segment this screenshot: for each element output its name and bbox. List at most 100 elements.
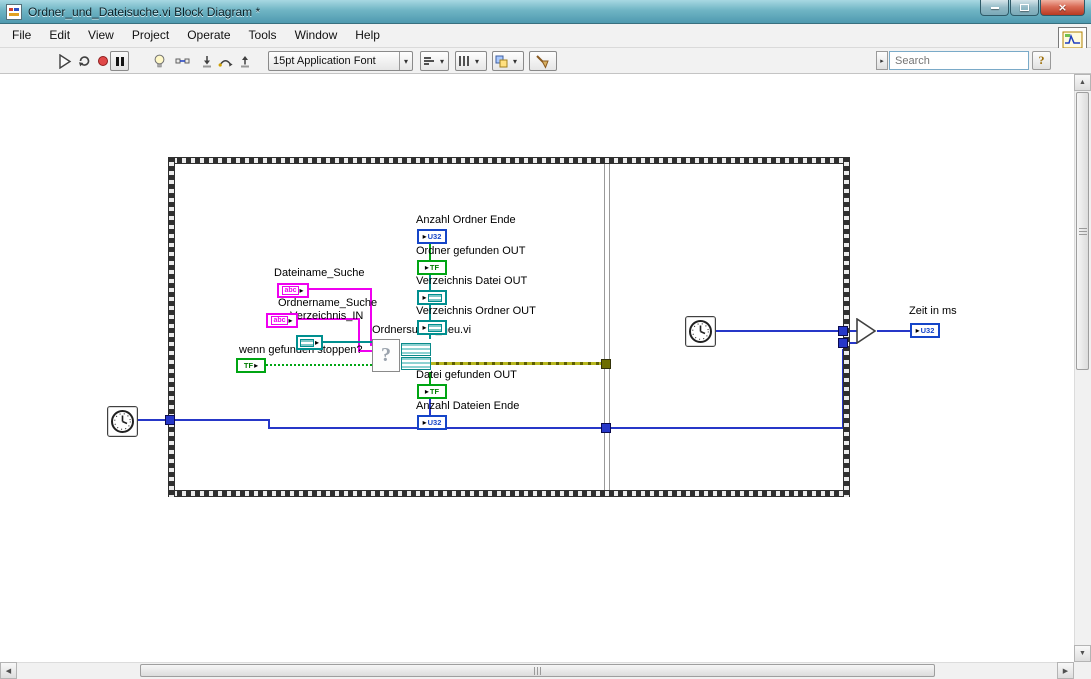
label-verzeichnis-datei-out[interactable]: Verzeichnis Datei OUT — [416, 275, 527, 287]
labview-logo-icon — [8, 5, 20, 18]
wire-string1-h[interactable] — [309, 288, 370, 290]
up-arrow-icon: ▲ — [1079, 79, 1086, 86]
horizontal-scroll-thumb[interactable] — [140, 664, 935, 677]
titlebar[interactable]: Ordner_und_Dateisuche.vi Block Diagram *… — [0, 0, 1091, 24]
wire-subtract-to-indicator[interactable] — [877, 330, 910, 332]
cleanup-diagram-button[interactable] — [529, 51, 557, 71]
terminal-arrow-icon: ▸ — [424, 386, 429, 396]
terminal-arrow-icon: ▸ — [314, 337, 319, 347]
step-out-button[interactable] — [235, 51, 254, 71]
label-anzahl-dateien-ende[interactable]: Anzahl Dateien Ende — [416, 400, 519, 412]
path-indicator-verzeichnis-datei[interactable]: ▸ — [417, 290, 447, 305]
close-icon: × — [1057, 1, 1068, 14]
label-ordnername-suche[interactable]: Ordnername_Suche — [278, 297, 377, 309]
menu-tools[interactable]: Tools — [240, 24, 286, 47]
subtract-function-node[interactable] — [855, 317, 877, 349]
question-mark-glyph: ? — [381, 344, 391, 366]
label-datei-gefunden-out[interactable]: Datei gefunden OUT — [416, 369, 517, 381]
pause-button[interactable] — [110, 51, 129, 71]
label-anzahl-ordner-ende[interactable]: Anzahl Ordner Ende — [416, 214, 516, 226]
scrollbar-corner — [1074, 662, 1091, 679]
tunnel-divider-blue[interactable] — [601, 423, 611, 433]
menu-edit[interactable]: Edit — [40, 24, 79, 47]
reorder-dropdown[interactable]: ▾ — [492, 51, 524, 71]
maximize-button[interactable] — [1010, 0, 1039, 16]
tick-count-node-right[interactable] — [685, 316, 716, 347]
scroll-right-button[interactable]: ▶ — [1057, 662, 1074, 679]
font-dropdown[interactable]: 15pt Application Font ▾ — [268, 51, 413, 71]
tf-glyph: TF — [243, 361, 254, 370]
retain-wire-values-button[interactable] — [173, 51, 192, 71]
wire-tickcount-to-tunnel[interactable] — [138, 419, 165, 421]
vertical-scroll-thumb[interactable] — [1076, 92, 1089, 370]
step-over-button[interactable] — [216, 51, 235, 71]
menu-file[interactable]: File — [3, 24, 40, 47]
u32-indicator-anzahl-dateien-ende[interactable]: ▸ U32 — [417, 415, 447, 430]
wire-blue-h3[interactable] — [611, 427, 844, 429]
u32-indicator-zeit-in-ms[interactable]: ▸ U32 — [910, 323, 940, 338]
wire-path-in[interactable] — [323, 341, 372, 343]
sequence-frame-divider[interactable] — [604, 164, 610, 490]
label-ordner-gefunden-out[interactable]: Ordner gefunden OUT — [416, 245, 525, 257]
context-help-button[interactable]: ? — [1032, 51, 1051, 70]
terminal-arrow-icon: ▸ — [915, 325, 920, 335]
tf-indicator-ordner-gefunden[interactable]: ▸ TF — [417, 260, 447, 275]
sequence-structure-border-top[interactable] — [168, 157, 850, 164]
u32-glyph: U32 — [427, 418, 442, 427]
run-button[interactable] — [55, 51, 74, 71]
tf-indicator-datei-gefunden[interactable]: ▸ TF — [417, 384, 447, 399]
close-button[interactable]: × — [1040, 0, 1085, 16]
string-control-dateiname[interactable]: abc ▸ — [277, 283, 309, 298]
wire-clock2-to-tunnel[interactable] — [716, 330, 838, 332]
search-input[interactable] — [890, 54, 1037, 67]
run-arrow-icon — [58, 53, 71, 69]
subvi-path-icon-bottom[interactable] — [401, 357, 431, 370]
label-verzeichnis-in[interactable]: Verzeichnis_IN — [290, 310, 363, 322]
distribute-objects-dropdown[interactable]: ▾ — [455, 51, 487, 71]
path-control-verzeichnis-in[interactable]: ▸ — [296, 335, 323, 350]
scroll-down-button[interactable]: ▼ — [1074, 645, 1091, 662]
run-continuously-button[interactable] — [74, 51, 93, 71]
wire-boolean-dotted[interactable] — [266, 364, 372, 366]
menu-window[interactable]: Window — [286, 24, 347, 47]
wire-blue-h1[interactable] — [175, 419, 268, 421]
align-objects-dropdown[interactable]: ▾ — [420, 51, 449, 71]
menu-view[interactable]: View — [79, 24, 123, 47]
label-zeit-in-ms[interactable]: Zeit in ms — [909, 305, 957, 317]
tunnel-right-upper[interactable] — [838, 326, 848, 336]
chevron-down-icon: ▾ — [399, 52, 412, 70]
highlight-execution-button[interactable] — [150, 51, 169, 71]
menu-help[interactable]: Help — [346, 24, 389, 47]
boolean-control-stop[interactable]: TF ▸ — [236, 358, 266, 373]
sequence-structure-border-bottom[interactable] — [168, 490, 850, 497]
search-options-button[interactable]: ▸ — [876, 51, 888, 70]
thumb-grip — [1078, 227, 1087, 235]
terminal-arrow-icon: ▸ — [422, 322, 427, 332]
step-into-button[interactable] — [197, 51, 216, 71]
menu-operate[interactable]: Operate — [178, 24, 239, 47]
terminal-arrow-icon: ▸ — [424, 262, 429, 272]
tunnel-right-lower[interactable] — [838, 338, 848, 348]
scroll-up-button[interactable]: ▲ — [1074, 74, 1091, 91]
tunnel-divider-error[interactable] — [601, 359, 611, 369]
subvi-ordnersuche-node[interactable]: ? — [372, 339, 400, 372]
sequence-structure-border-left[interactable] — [168, 157, 175, 497]
minimize-icon — [990, 6, 999, 9]
scroll-left-button[interactable]: ◀ — [0, 662, 17, 679]
step-over-icon — [218, 59, 233, 67]
minimize-button[interactable] — [980, 0, 1009, 16]
terminal-arrow-icon: ▸ — [299, 285, 304, 295]
label-dateiname-suche[interactable]: Dateiname_Suche — [274, 267, 365, 279]
terminal-arrow-icon: ▸ — [422, 417, 427, 427]
string-control-ordnername[interactable]: abc ▸ — [266, 313, 298, 328]
clock-icon — [111, 410, 134, 433]
tunnel-left-edge[interactable] — [165, 415, 175, 425]
wire-error-cluster[interactable] — [431, 362, 601, 365]
path-indicator-verzeichnis-ordner[interactable]: ▸ — [417, 320, 447, 335]
label-verzeichnis-ordner-out[interactable]: Verzeichnis Ordner OUT — [416, 305, 536, 317]
subtract-triangle-icon — [856, 317, 877, 345]
tick-count-node-left[interactable] — [107, 406, 138, 437]
u32-indicator-anzahl-ordner-ende[interactable]: ▸ U32 — [417, 229, 447, 244]
menu-project[interactable]: Project — [123, 24, 178, 47]
subvi-path-icon-top[interactable] — [401, 343, 431, 356]
